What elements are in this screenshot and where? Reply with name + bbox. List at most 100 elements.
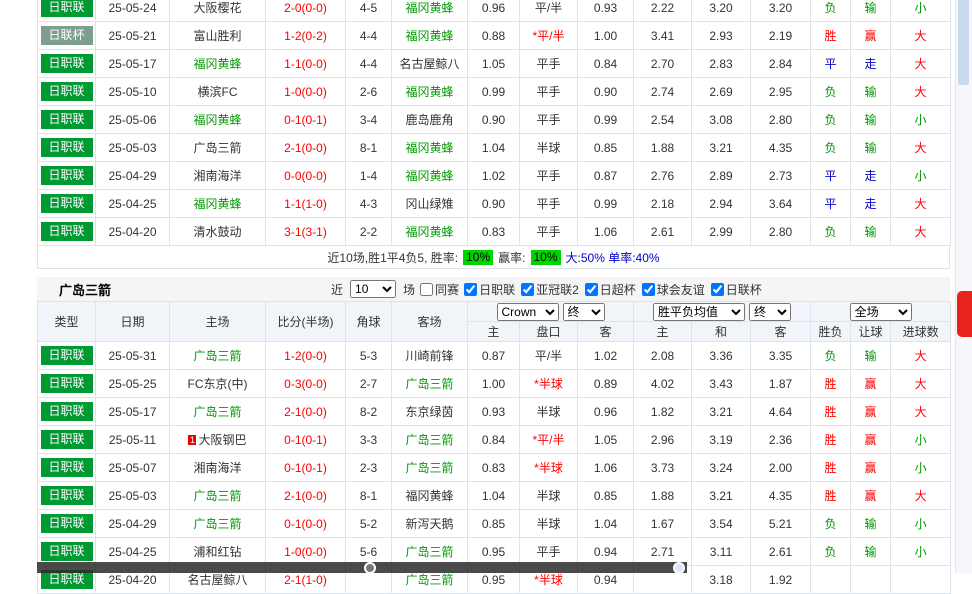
home-team-link[interactable]: 湘南海洋 xyxy=(193,169,241,183)
home-team-link[interactable]: 湘南海洋 xyxy=(193,461,241,475)
score-link[interactable]: 1-0(0-0) xyxy=(284,85,327,99)
euro-source-select[interactable]: 胜平负均值 xyxy=(653,303,745,321)
league-checkbox[interactable] xyxy=(464,283,477,296)
same-event-filter[interactable]: 同赛 xyxy=(420,281,459,298)
away-team-link[interactable]: 名古屋鲸八 xyxy=(399,57,459,71)
score-link[interactable]: 1-1(0-0) xyxy=(284,57,327,71)
away-team-link[interactable]: 广岛三箭 xyxy=(405,545,453,559)
asia-away-odds: 1.06 xyxy=(578,218,634,246)
overlay-left-icon[interactable] xyxy=(364,562,376,574)
league-filter[interactable]: 日联杯 xyxy=(711,281,762,298)
league-checkbox[interactable] xyxy=(585,283,598,296)
score-link[interactable]: 1-2(0-0) xyxy=(284,349,327,363)
league-checkbox[interactable] xyxy=(521,283,534,296)
match-row: 日职联 25-05-31 广岛三箭 1-2(0-0) 5-3 川崎前锋 0.87… xyxy=(38,342,951,370)
home-team-link[interactable]: FC东京(中) xyxy=(188,377,248,391)
score-link[interactable]: 0-1(0-0) xyxy=(284,517,327,531)
score-link[interactable]: 0-1(0-1) xyxy=(284,461,327,475)
away-team-link[interactable]: 福冈黄蜂 xyxy=(405,85,453,99)
home-team-link[interactable]: 大阪钢巴 xyxy=(198,433,246,447)
league-badge[interactable]: 日职联 xyxy=(41,486,93,505)
games-label: 场 xyxy=(403,281,415,298)
home-team-link[interactable]: 福冈黄蜂 xyxy=(193,197,241,211)
score-link[interactable]: 0-1(0-1) xyxy=(284,433,327,447)
home-team-link[interactable]: 广岛三箭 xyxy=(193,405,241,419)
league-filter[interactable]: 日超杯 xyxy=(585,281,636,298)
league-checkbox[interactable] xyxy=(642,283,655,296)
score-link[interactable]: 0-1(0-1) xyxy=(284,113,327,127)
floating-side-tab[interactable] xyxy=(957,291,972,337)
league-badge[interactable]: 日职联 xyxy=(41,514,93,533)
away-team-link[interactable]: 福冈黄蜂 xyxy=(405,141,453,155)
league-badge[interactable]: 日职联 xyxy=(41,54,93,73)
score-link[interactable]: 0-0(0-0) xyxy=(284,169,327,183)
league-badge[interactable]: 日职联 xyxy=(41,346,93,365)
league-badge[interactable]: 日职联 xyxy=(41,166,93,185)
away-team-link[interactable]: 川崎前锋 xyxy=(405,349,453,363)
league-badge[interactable]: 日职联 xyxy=(41,458,93,477)
home-team-link[interactable]: 广岛三箭 xyxy=(193,489,241,503)
home-team-link[interactable]: 广岛三箭 xyxy=(193,517,241,531)
league-badge[interactable]: 日联杯 xyxy=(41,26,93,45)
away-team-link[interactable]: 福冈黄蜂 xyxy=(405,489,453,503)
away-team-link[interactable]: 新泻天鹅 xyxy=(405,517,453,531)
home-team-link[interactable]: 福冈黄蜂 xyxy=(193,57,241,71)
score-link[interactable]: 0-3(0-0) xyxy=(284,377,327,391)
league-filter[interactable]: 球会友谊 xyxy=(642,281,705,298)
score-link[interactable]: 3-1(3-1) xyxy=(284,225,327,239)
overlay-right-icon[interactable] xyxy=(673,562,685,574)
league-badge[interactable]: 日职联 xyxy=(41,402,93,421)
away-team-link[interactable]: 广岛三箭 xyxy=(405,461,453,475)
same-event-checkbox[interactable] xyxy=(420,283,433,296)
home-team-link[interactable]: 横滨FC xyxy=(198,85,238,99)
score-link[interactable]: 2-1(0-0) xyxy=(284,489,327,503)
league-badge[interactable]: 日职联 xyxy=(41,374,93,393)
away-team-link[interactable]: 鹿岛鹿角 xyxy=(405,113,453,127)
league-badge[interactable]: 日职联 xyxy=(41,82,93,101)
league-badge[interactable]: 日职联 xyxy=(41,430,93,449)
away-team-link[interactable]: 福冈黄蜂 xyxy=(405,169,453,183)
near-label: 近 xyxy=(331,281,343,298)
home-team-link[interactable]: 广岛三箭 xyxy=(193,141,241,155)
league-badge[interactable]: 日职联 xyxy=(41,194,93,213)
away-team-link[interactable]: 广岛三箭 xyxy=(405,377,453,391)
home-team-link[interactable]: 福冈黄蜂 xyxy=(193,113,241,127)
away-team-link[interactable]: 广岛三箭 xyxy=(405,433,453,447)
league-badge[interactable]: 日职联 xyxy=(41,110,93,129)
home-team-link[interactable]: 清水鼓动 xyxy=(193,225,241,239)
away-team-link[interactable]: 福冈黄蜂 xyxy=(405,1,453,15)
away-team-link[interactable]: 东京绿茵 xyxy=(405,405,453,419)
league-filter[interactable]: 亚冠联2 xyxy=(521,281,579,298)
away-team-link[interactable]: 冈山绿雉 xyxy=(405,197,453,211)
league-filter[interactable]: 日职联 xyxy=(464,281,515,298)
home-team-link[interactable]: 浦和红钻 xyxy=(193,545,241,559)
score-link[interactable]: 1-2(0-2) xyxy=(284,29,327,43)
league-badge[interactable]: 日职联 xyxy=(41,542,93,561)
away-team-link[interactable]: 广岛三箭 xyxy=(405,573,453,587)
score-link[interactable]: 2-0(0-0) xyxy=(284,1,327,15)
away-team-link[interactable]: 福冈黄蜂 xyxy=(405,29,453,43)
asia-away-odds: 1.06 xyxy=(578,454,634,482)
score-link[interactable]: 2-1(0-0) xyxy=(284,405,327,419)
asia-stage-select[interactable]: 终 xyxy=(563,303,605,321)
away-team-link[interactable]: 福冈黄蜂 xyxy=(405,225,453,239)
home-team-link[interactable]: 大阪樱花 xyxy=(193,1,241,15)
score-link[interactable]: 1-0(0-0) xyxy=(284,545,327,559)
bookmaker-select[interactable]: Crown xyxy=(497,303,559,321)
home-team-link[interactable]: 富山胜利 xyxy=(193,29,241,43)
league-badge[interactable]: 日职联 xyxy=(41,222,93,241)
home-team-link[interactable]: 广岛三箭 xyxy=(193,349,241,363)
winloss-result: 胜 xyxy=(811,454,851,482)
league-checkbox[interactable] xyxy=(711,283,724,296)
match-date: 25-05-07 xyxy=(96,454,170,482)
score-link[interactable]: 2-1(0-0) xyxy=(284,141,327,155)
league-badge[interactable]: 日职联 xyxy=(41,138,93,157)
scope-select[interactable]: 全场 xyxy=(850,303,912,321)
league-badge[interactable]: 日职联 xyxy=(41,0,93,17)
recent-count-select[interactable]: 10 xyxy=(350,280,396,298)
euro-stage-select[interactable]: 终 xyxy=(749,303,791,321)
home-team-link[interactable]: 名古屋鲸八 xyxy=(187,573,247,587)
scrollbar[interactable] xyxy=(955,0,972,573)
score-link[interactable]: 1-1(1-0) xyxy=(284,197,327,211)
scrollbar-thumb[interactable] xyxy=(958,0,969,85)
